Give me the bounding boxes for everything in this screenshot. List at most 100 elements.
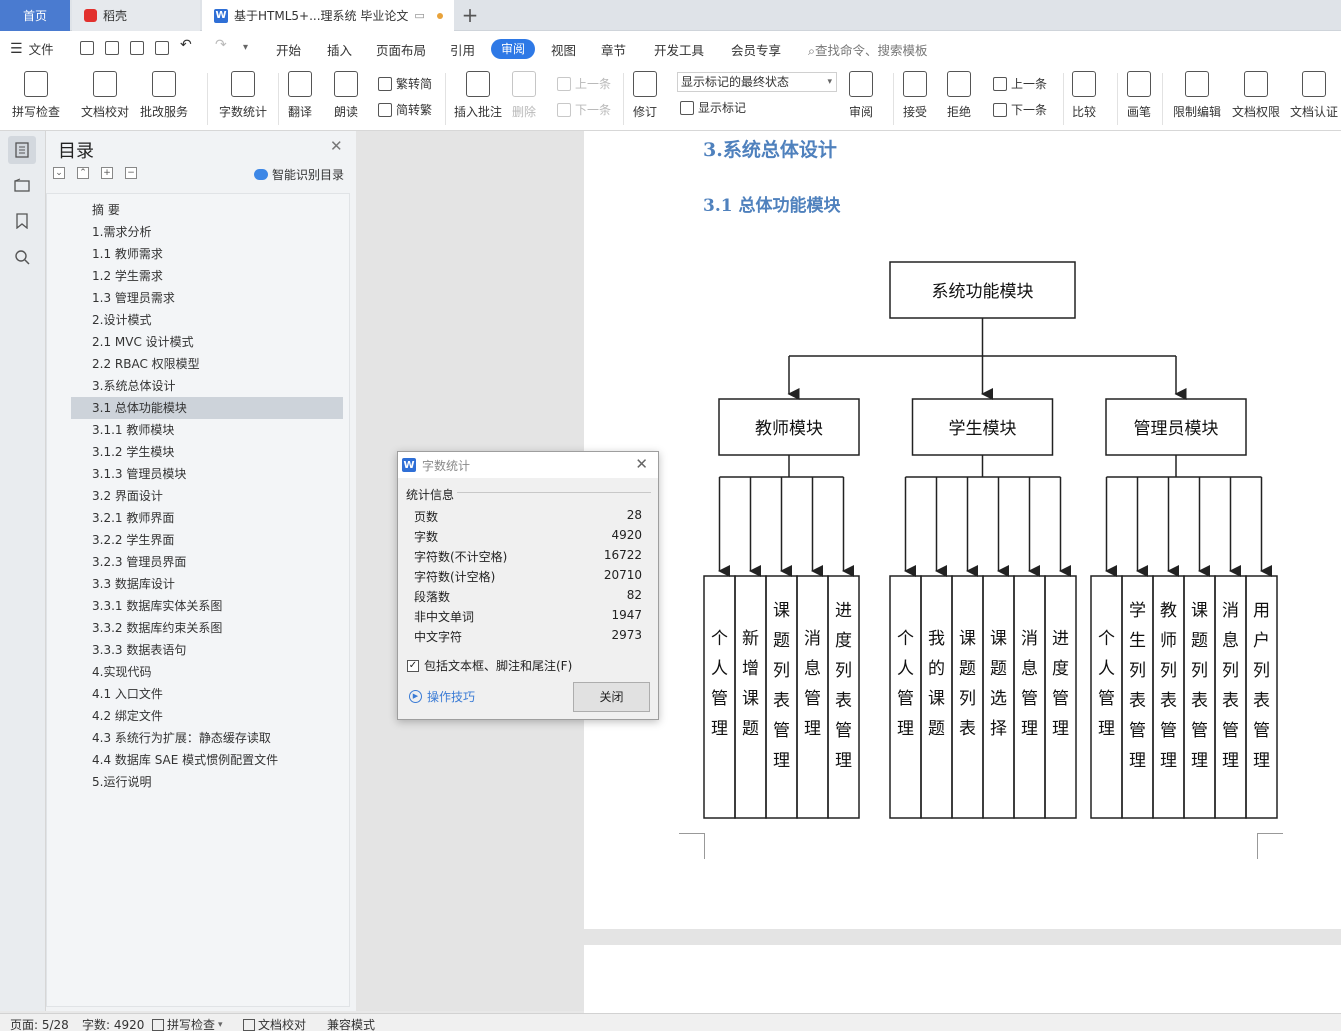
toc-item[interactable]: 3.2.3 管理员界面 (71, 551, 343, 573)
quick-access-more-icon[interactable]: ▾ (243, 42, 248, 53)
toc-item[interactable]: 3.1.1 教师模块 (71, 419, 343, 441)
bookmark-button[interactable] (8, 207, 36, 235)
show-markup-button[interactable]: 显示标记 (680, 99, 746, 116)
tab-daoke[interactable]: 稻壳 (72, 0, 200, 31)
accept-button[interactable]: 接受 (903, 71, 927, 120)
include-textbox-checkbox[interactable]: ✓ 包括文本框、脚注和尾注(F) (407, 657, 572, 674)
toc-item[interactable]: 4.1 入口文件 (71, 683, 343, 705)
file-menu[interactable]: ☰ 文件 (10, 39, 54, 58)
toc-item[interactable]: 1.1 教师需求 (71, 243, 343, 265)
command-search[interactable]: ⌕查找命令、搜索模板 (808, 40, 928, 59)
toc-close-button[interactable]: ✕ (330, 137, 343, 155)
next-comment-button[interactable]: 下一条 (557, 101, 611, 118)
menu-dev-tools[interactable]: 开发工具 (654, 40, 704, 59)
toc-item[interactable]: 5.运行说明 (71, 771, 343, 793)
toc-item[interactable]: 摘 要 (71, 199, 343, 221)
spell-check-button[interactable]: 拼写检查 (12, 71, 60, 120)
menu-references[interactable]: 引用 (450, 40, 475, 59)
toc-item[interactable]: 3.2.2 学生界面 (71, 529, 343, 551)
menu-view[interactable]: 视图 (551, 40, 576, 59)
toc-item[interactable]: 2.设计模式 (71, 309, 343, 331)
reject-icon (947, 71, 971, 97)
toc-item[interactable]: 3.3 数据库设计 (71, 573, 343, 595)
toc-item[interactable]: 4.2 绑定文件 (71, 705, 343, 727)
toc-item[interactable]: 4.4 数据库 SAE 模式惯例配置文件 (71, 749, 343, 771)
expand-up-icon[interactable]: ⌃ (77, 167, 89, 179)
compare-button[interactable]: 比较 (1072, 71, 1096, 120)
toc-item[interactable]: 3.系统总体设计 (71, 375, 343, 397)
delete-comment-button[interactable]: 删除 (512, 71, 536, 120)
next-change-button[interactable]: 下一条 (993, 101, 1047, 118)
reject-label: 拒绝 (947, 105, 972, 119)
collapse-all-icon[interactable]: ⌄ (53, 167, 65, 179)
smart-toc-button[interactable]: 智能识别目录 (254, 166, 344, 183)
reject-button[interactable]: 拒绝 (947, 71, 971, 120)
doc-proof-button[interactable]: 文档校对 (81, 71, 129, 120)
prev-change-button[interactable]: 上一条 (993, 75, 1047, 92)
chevron-down-icon: ▾ (827, 77, 832, 87)
tab-home[interactable]: 首页 (0, 0, 70, 31)
pen-button[interactable]: 画笔 (1127, 71, 1151, 120)
find-button[interactable] (8, 243, 36, 271)
restrict-edit-button[interactable]: 限制编辑 (1173, 71, 1221, 120)
remove-item-icon[interactable]: − (125, 167, 137, 179)
dialog-close-icon[interactable]: ✕ (635, 455, 648, 473)
menu-chapter[interactable]: 章节 (601, 40, 626, 59)
review-pane-button[interactable]: 审阅 (849, 71, 873, 120)
print-icon[interactable] (130, 41, 144, 55)
menu-page-layout[interactable]: 页面布局 (376, 40, 426, 59)
ribbon-review: 拼写检查 文档校对 批改服务 字数统计 翻译 朗读 繁转简 简转繁 插入批注 删… (0, 65, 1341, 131)
to-simplified-button[interactable]: 简转繁 (378, 101, 432, 118)
toc-item[interactable]: 1.需求分析 (71, 221, 343, 243)
chapter-nav-button[interactable] (8, 171, 36, 199)
menu-insert[interactable]: 插入 (327, 40, 352, 59)
toc-item[interactable]: 3.2 界面设计 (71, 485, 343, 507)
toc-item[interactable]: 2.2 RBAC 权限模型 (71, 353, 343, 375)
toc-item[interactable]: 4.3 系统行为扩展：静态缓存读取 (71, 727, 343, 749)
insert-comment-icon (466, 71, 490, 97)
tips-link[interactable]: ▶ 操作技巧 (409, 688, 475, 705)
status-doc-proof[interactable]: 文档校对 (243, 1016, 306, 1031)
insert-comment-button[interactable]: 插入批注 (454, 71, 502, 120)
toc-item[interactable]: 3.1 总体功能模块 (71, 397, 343, 419)
print-preview-icon[interactable] (155, 41, 169, 55)
status-proof-label: 文档校对 (258, 1018, 307, 1031)
toc-item[interactable]: 3.3.2 数据库约束关系图 (71, 617, 343, 639)
word-count-button[interactable]: 字数统计 (219, 71, 267, 120)
redo-icon[interactable]: ↷ (215, 37, 227, 53)
read-aloud-button[interactable]: 朗读 (334, 71, 358, 120)
page-indicator[interactable]: 页面: 5/28 (10, 1016, 69, 1031)
track-changes-button[interactable]: 修订 (633, 71, 657, 120)
toc-item[interactable]: 3.3.1 数据库实体关系图 (71, 595, 343, 617)
menu-review[interactable]: 审阅 (491, 39, 535, 59)
menu-start[interactable]: 开始 (276, 40, 301, 59)
toc-item[interactable]: 1.3 管理员需求 (71, 287, 343, 309)
status-spell-check[interactable]: 拼写检查 ▾ (152, 1016, 223, 1031)
to-traditional-button[interactable]: 繁转简 (378, 75, 432, 92)
menu-member[interactable]: 会员专享 (731, 40, 781, 59)
tab-document[interactable]: W 基于HTML5+...理系统 毕业论文 ▭ (202, 0, 454, 31)
toc-item[interactable]: 3.3.3 数据表语句 (71, 639, 343, 661)
undo-icon[interactable]: ↶ (180, 37, 192, 53)
add-item-icon[interactable]: + (101, 167, 113, 179)
toc-item[interactable]: 3.1.2 学生模块 (71, 441, 343, 463)
prev-comment-button[interactable]: 上一条 (557, 75, 611, 92)
toc-item[interactable]: 3.2.1 教师界面 (71, 507, 343, 529)
close-button[interactable]: 关闭 (573, 682, 650, 712)
markup-state-select[interactable]: 显示标记的最终状态 ▾ (677, 72, 837, 92)
translate-button[interactable]: 翻译 (288, 71, 312, 120)
doc-auth-label: 文档认证 (1290, 105, 1339, 119)
toc-panel-button[interactable] (8, 136, 36, 164)
toc-item[interactable]: 3.1.3 管理员模块 (71, 463, 343, 485)
toc-item[interactable]: 4.实现代码 (71, 661, 343, 683)
search-icon (15, 250, 30, 265)
toc-item[interactable]: 2.1 MVC 设计模式 (71, 331, 343, 353)
word-count-indicator[interactable]: 字数: 4920 (82, 1016, 144, 1031)
new-tab-button[interactable]: + (458, 3, 482, 27)
export-pdf-icon[interactable] (105, 41, 119, 55)
doc-permission-button[interactable]: 文档权限 (1232, 71, 1280, 120)
doc-auth-button[interactable]: 文档认证 (1290, 71, 1338, 120)
review-service-button[interactable]: 批改服务 (140, 71, 188, 120)
save-icon[interactable] (80, 41, 94, 55)
toc-item[interactable]: 1.2 学生需求 (71, 265, 343, 287)
